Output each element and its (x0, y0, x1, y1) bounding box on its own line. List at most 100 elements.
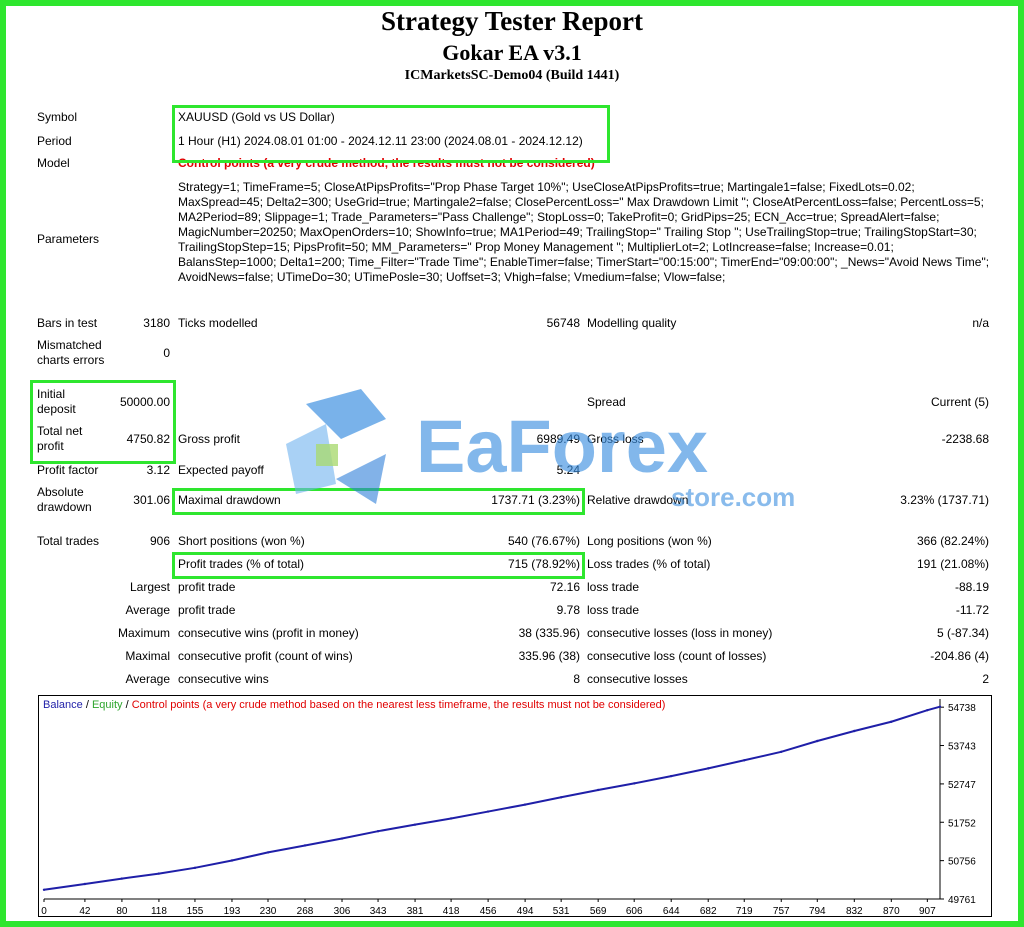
x-tick-label: 907 (919, 906, 936, 917)
balance-chart: 54738 53743 52747 51752 50756 49761 0 42 80 118 15… (38, 695, 992, 917)
series-point (926, 708, 929, 712)
series-point (42, 888, 46, 891)
profit-factor-label: Profit factor (37, 463, 99, 477)
bars-value: 3180 (143, 316, 170, 330)
series-point (596, 788, 600, 792)
series-point (486, 810, 490, 813)
gross-profit-value: 6989.49 (536, 432, 580, 446)
gross-loss-label: Gross loss (587, 432, 644, 446)
legend-item: Balance (43, 699, 83, 711)
absdd-label-1: Absolute (37, 485, 84, 499)
parameters-label: Parameters (37, 232, 100, 246)
deposit-profit-highlight (30, 380, 176, 464)
avg-cons-wins-value: 8 (573, 672, 580, 686)
x-tick-label: 682 (700, 906, 717, 917)
avg-cons-losses-value: 2 (982, 672, 989, 686)
series-point (632, 782, 636, 785)
series-point (853, 729, 856, 733)
x-tick-label: 531 (553, 906, 570, 917)
absolute-drawdown-value: 301.06 (133, 493, 170, 507)
series-point (303, 844, 307, 847)
series-point (157, 872, 161, 875)
x-tick-label: 870 (883, 906, 900, 917)
avg-cons-wins-label: consecutive wins (178, 672, 269, 686)
x-tick-label: 494 (517, 906, 534, 917)
spread-value: Current (5) (930, 395, 989, 409)
x-tick-label: 832 (846, 906, 863, 917)
parameters-value: Strategy=1; TimeFrame=5; CloseAtPipsProf… (178, 180, 990, 284)
x-tick-label: 381 (407, 906, 424, 917)
x-tick-label: 719 (736, 906, 753, 917)
watermark-logo-icon (286, 389, 386, 504)
x-tick-label: 343 (370, 906, 387, 917)
watermark-sub: store.com (671, 482, 795, 512)
series-point (376, 830, 380, 833)
server-name: ICMarketsSC-Demo04 (Build 1441) (404, 68, 620, 83)
x-tick-label: 418 (443, 906, 460, 917)
series-point (266, 851, 270, 854)
symbol-label: Symbol (37, 110, 78, 124)
x-tick-label: 118 (151, 906, 167, 917)
model-label: Model (37, 156, 70, 170)
maximal-cons-profit-label: consecutive profit (count of wins) (178, 649, 353, 663)
max-cons-wins-label: consecutive wins (profit in money) (178, 626, 359, 640)
x-tick-label: 155 (187, 906, 204, 917)
x-tick-label: 456 (480, 906, 497, 917)
maximal-drawdown-highlight (172, 488, 585, 515)
ea-name: Gokar EA v3.1 (442, 40, 582, 65)
expected-payoff-value: 5.24 (556, 463, 580, 477)
maximal-cons-loss-label: consecutive loss (count of losses) (587, 649, 767, 663)
chart-legend: Balance / Equity / Control points (a ver… (43, 699, 665, 711)
average-label: Average (125, 603, 170, 617)
series-point (780, 750, 783, 754)
long-positions-label: Long positions (won %) (587, 534, 712, 548)
series-point (340, 837, 344, 840)
x-tick-label: 268 (297, 906, 314, 917)
ticks-label: Ticks modelled (178, 316, 258, 330)
series-point (559, 796, 563, 799)
y-tick-label: 53743 (948, 742, 976, 753)
expected-payoff-label: Expected payoff (178, 463, 264, 477)
maximal-cons-loss-value: -204.86 (4) (930, 649, 989, 663)
x-tick-label: 569 (590, 906, 607, 917)
loss-trades-label: Loss trades (% of total) (587, 557, 711, 571)
average-loss-value: -11.72 (955, 603, 989, 617)
total-trades-value: 906 (149, 534, 170, 548)
average-cons-label: Average (125, 672, 170, 686)
x-tick-label: 0 (41, 906, 47, 917)
max-cons-losses-label: consecutive losses (loss in money) (587, 626, 773, 640)
average-profit-label: profit trade (178, 603, 236, 617)
short-positions-value: 540 (76.67%) (507, 534, 580, 548)
x-tick-label: 193 (224, 906, 241, 917)
long-positions-value: 366 (82.24%) (916, 534, 989, 548)
bars-label: Bars in test (37, 316, 98, 330)
avg-cons-losses-label: consecutive losses (587, 672, 688, 686)
mismatched-value: 0 (163, 346, 170, 360)
largest-profit-label: profit trade (178, 580, 236, 594)
average-loss-label: loss trade (587, 603, 640, 617)
series-point (120, 877, 124, 880)
series-point (743, 759, 746, 762)
maximal-label: Maximal (125, 649, 170, 663)
gross-loss-value: -2238.68 (941, 432, 989, 446)
total-trades-label: Total trades (37, 534, 100, 548)
x-tick-label: 794 (809, 906, 826, 917)
ticks-value: 56748 (546, 316, 580, 330)
series-point (83, 882, 87, 886)
x-tick-label: 42 (79, 906, 91, 917)
series-point (938, 705, 942, 708)
loss-trades-value: 191 (21.08%) (916, 557, 989, 571)
series-point (193, 866, 197, 870)
legend-item: Equity (91, 699, 123, 711)
x-tick-label: 606 (626, 906, 643, 917)
profit-factor-value: 3.12 (146, 463, 170, 477)
relative-drawdown-value: 3.23% (1737.71) (900, 493, 989, 507)
x-tick-label: 80 (116, 906, 128, 917)
maximum-label: Maximum (117, 626, 170, 640)
series-point (707, 767, 710, 770)
x-tick-label: 757 (773, 906, 790, 917)
x-tick-label: 644 (663, 906, 680, 917)
maximal-cons-profit-value: 335.96 (38) (518, 649, 580, 663)
largest-loss-value: -88.19 (954, 580, 989, 594)
symbol-period-highlight (172, 105, 610, 163)
